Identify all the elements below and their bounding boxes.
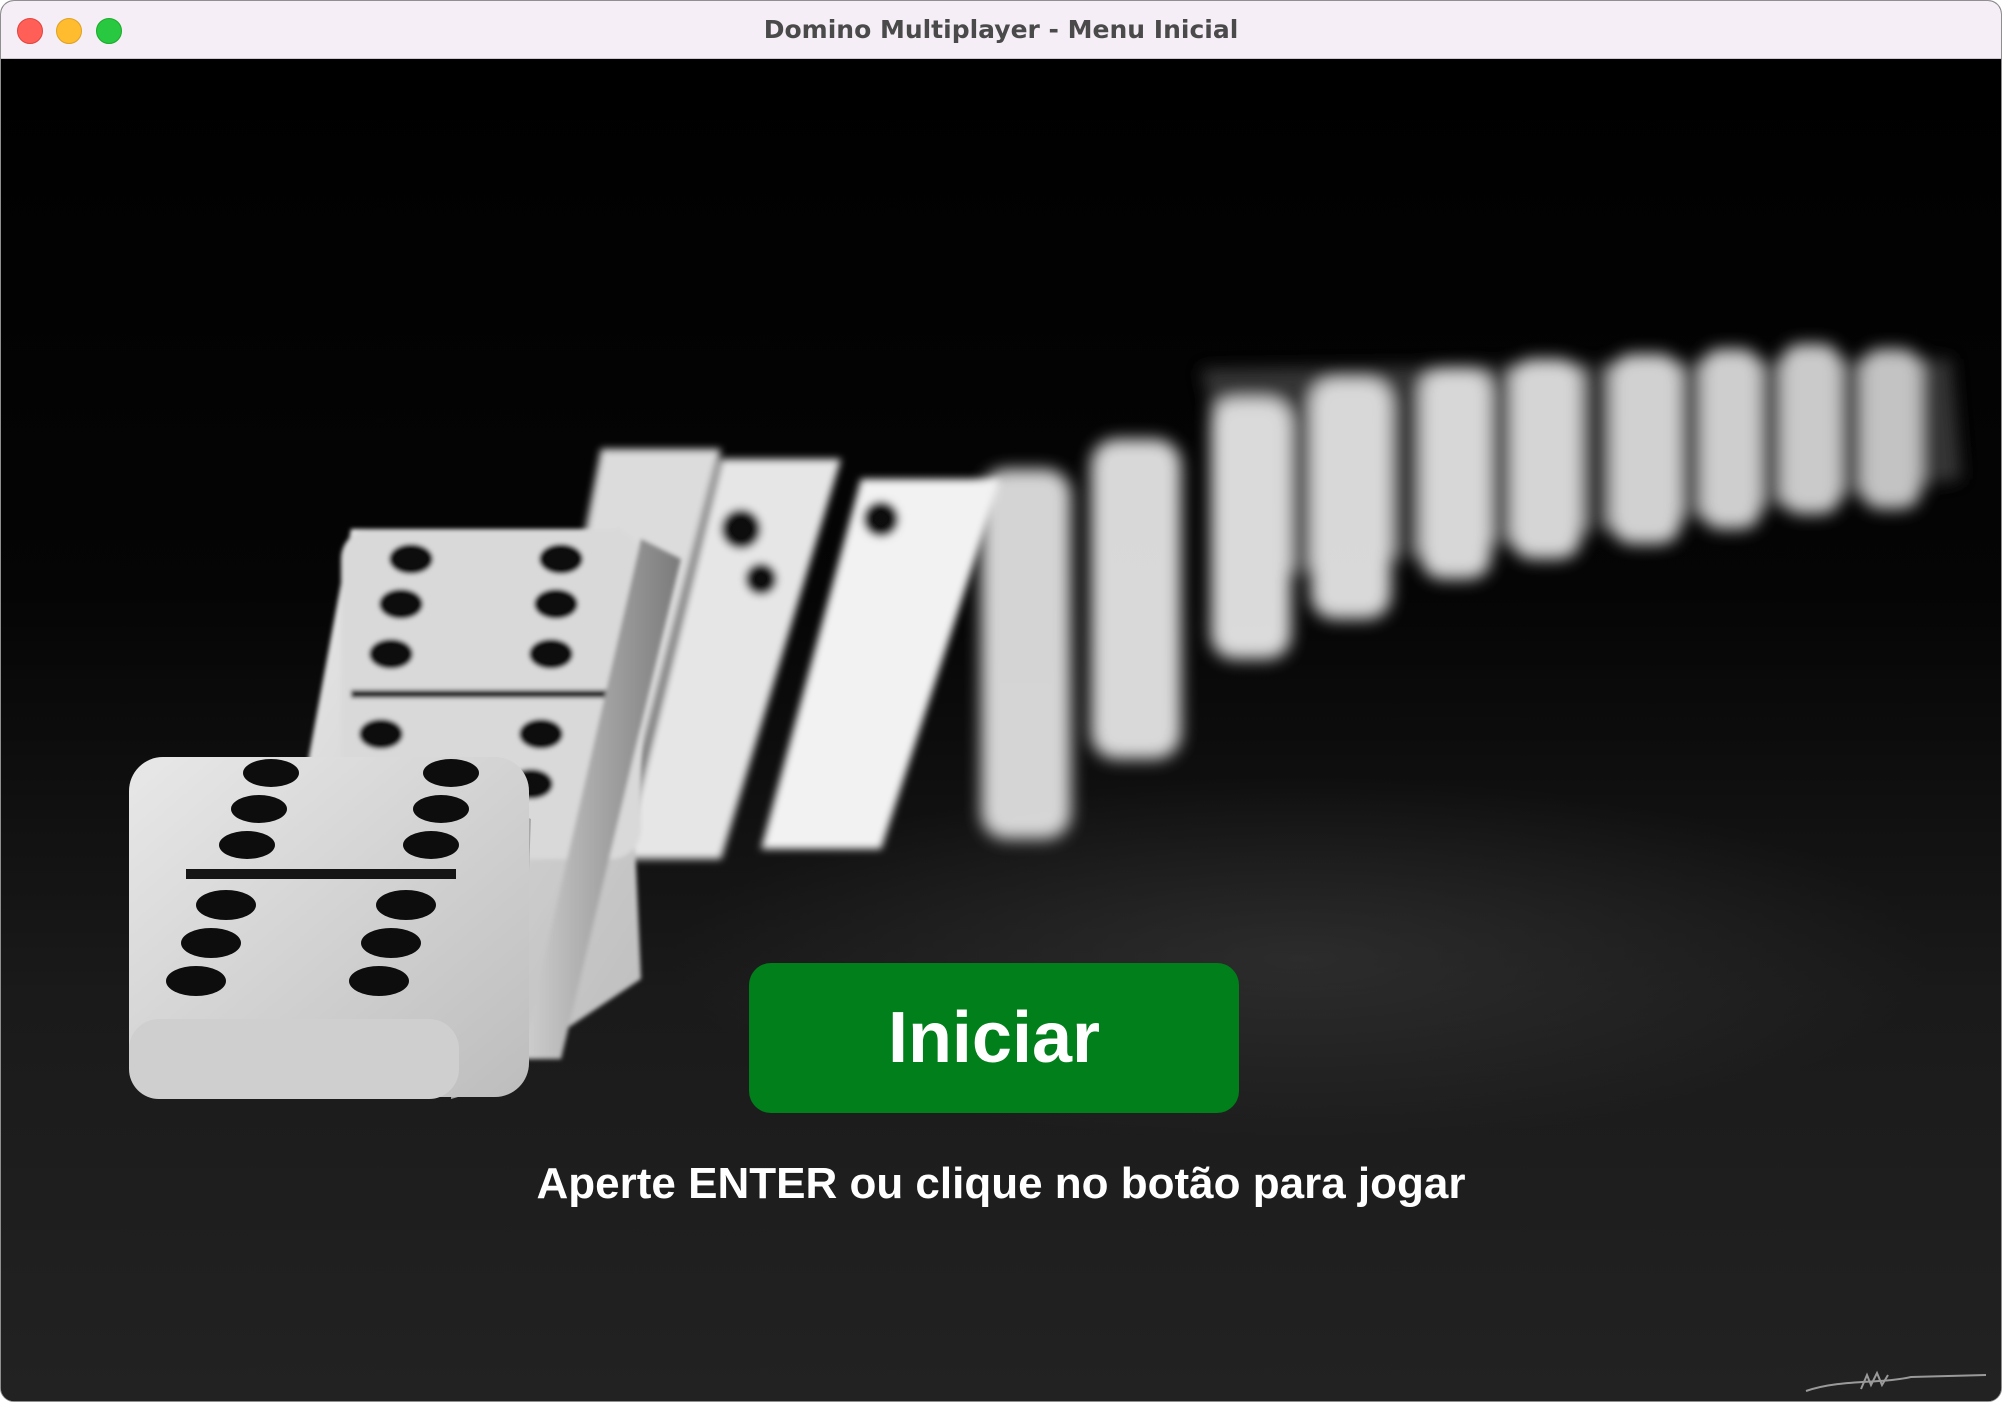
window-title: Domino Multiplayer - Menu Inicial [763,15,1239,44]
start-button[interactable]: Iniciar [749,963,1239,1113]
start-hint: Aperte ENTER ou clique no botão para jog… [536,1159,1466,1208]
app-window: Domino Multiplayer - Menu Inicial Inicia… [0,0,2002,1402]
title-bar[interactable]: Domino Multiplayer - Menu Inicial [1,1,2001,59]
menu-background: Iniciar Aperte ENTER ou clique no botão … [1,59,2001,1401]
